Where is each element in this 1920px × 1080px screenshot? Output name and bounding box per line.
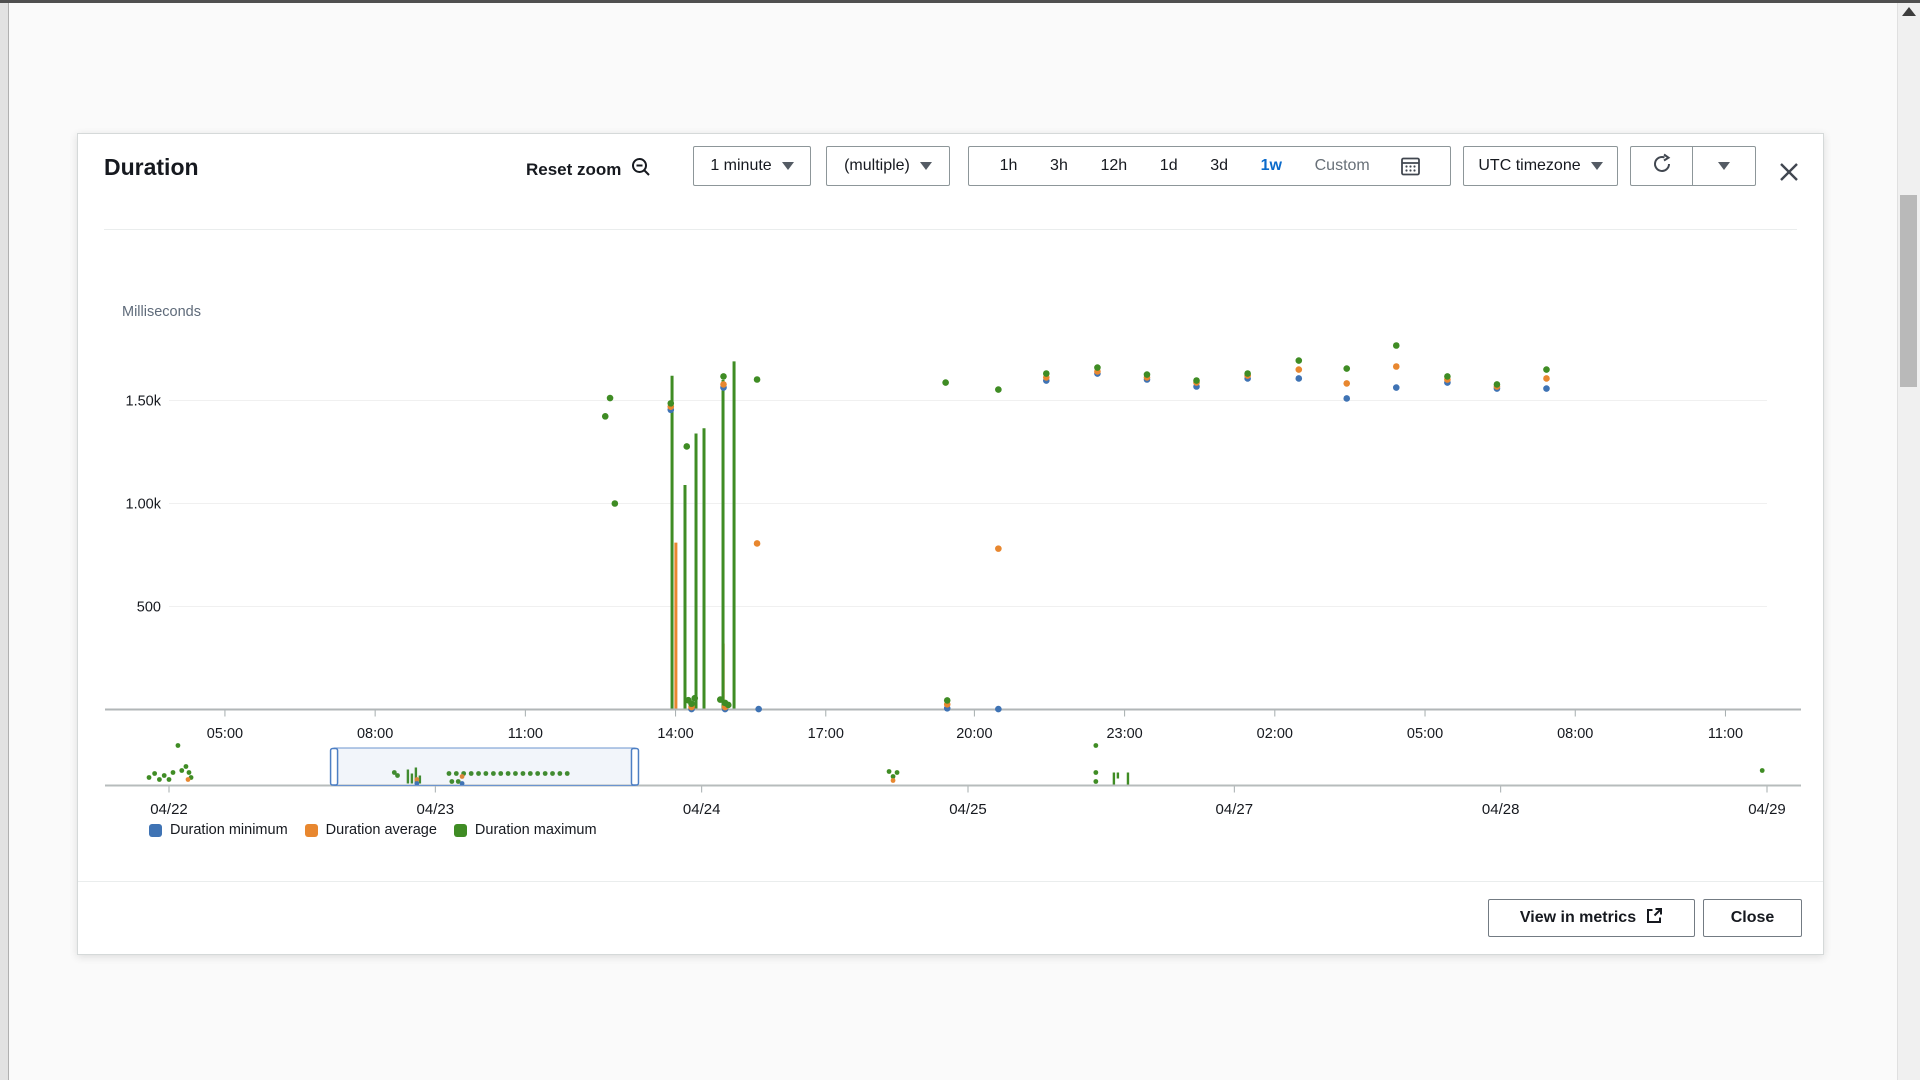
- y-tick-label: 1.50k: [126, 394, 162, 410]
- series-duration-maximum: [672, 361, 734, 708]
- x-tick-label: 14:00: [657, 726, 693, 742]
- duration-chart-svg[interactable]: 500 1.00k 1.50k Milliseconds 05:00 08:00 11:00…: [78, 234, 1823, 894]
- close-icon[interactable]: [1775, 158, 1803, 186]
- chevron-down-icon: [920, 162, 932, 170]
- navigator-handle-left[interactable]: [331, 749, 338, 786]
- window-left-edge: [0, 3, 9, 1080]
- legend-duration-average[interactable]: Duration average: [305, 822, 437, 838]
- y-tick-label: 1.00k: [126, 497, 162, 513]
- range-1d[interactable]: 1d: [1158, 157, 1180, 175]
- range-custom[interactable]: Custom: [1313, 157, 1372, 175]
- external-link-icon: [1646, 907, 1663, 929]
- range-1h[interactable]: 1h: [998, 157, 1020, 175]
- x-tick-label: 05:00: [207, 726, 243, 742]
- range-3d[interactable]: 3d: [1208, 157, 1230, 175]
- x-tick-label: 11:00: [508, 726, 543, 742]
- view-in-metrics-button[interactable]: View in metrics: [1488, 899, 1695, 937]
- x-tick-label: 23:00: [1106, 726, 1142, 742]
- y-axis-title: Milliseconds: [122, 304, 201, 320]
- navigator-selection[interactable]: [334, 748, 635, 786]
- chevron-down-icon: [782, 162, 794, 170]
- points-duration-minimum: [667, 370, 1549, 712]
- x-tick-label: 17:00: [808, 726, 844, 742]
- x-tick-label: 08:00: [1557, 726, 1593, 742]
- legend-label: Duration average: [326, 822, 437, 838]
- navigator-date-label: 04/27: [1216, 801, 1254, 818]
- range-12h[interactable]: 12h: [1098, 157, 1129, 175]
- refresh-options-button[interactable]: [1692, 146, 1756, 186]
- x-tick-label: 02:00: [1257, 726, 1293, 742]
- series-duration-average: [676, 543, 723, 709]
- page-title: Duration: [104, 154, 199, 181]
- navigator-date-label: 04/29: [1748, 801, 1786, 818]
- chevron-down-icon: [1718, 162, 1730, 170]
- statistic-dropdown[interactable]: (multiple): [826, 146, 950, 186]
- statistic-dropdown-value: (multiple): [844, 157, 910, 175]
- duration-metric-modal: Duration Reset zoom 1 minute (multiple) …: [77, 133, 1824, 955]
- legend-label: Duration minimum: [170, 822, 288, 838]
- x-tick-label: 08:00: [357, 726, 393, 742]
- close-button[interactable]: Close: [1703, 899, 1802, 937]
- legend-swatch-maximum: [454, 824, 467, 837]
- legend-swatch-minimum: [149, 824, 162, 837]
- footer-divider: [78, 881, 1823, 882]
- scrollbar-thumb[interactable]: [1900, 195, 1917, 387]
- legend-duration-maximum[interactable]: Duration maximum: [454, 822, 597, 838]
- zoom-out-icon: [630, 156, 652, 183]
- range-3h[interactable]: 3h: [1048, 157, 1070, 175]
- navigator-date-label: 04/22: [150, 801, 188, 818]
- chart-area[interactable]: 500 1.00k 1.50k Milliseconds 05:00 08:00 11:00…: [78, 234, 1823, 894]
- legend-label: Duration maximum: [475, 822, 597, 838]
- time-range-group: 1h 3h 12h 1d 3d 1w Custom: [968, 146, 1451, 186]
- scroll-up-arrow-icon[interactable]: [1902, 7, 1916, 16]
- refresh-button[interactable]: [1630, 146, 1693, 186]
- points-duration-maximum: [602, 342, 1550, 708]
- refresh-icon: [1651, 153, 1673, 180]
- legend-duration-minimum[interactable]: Duration minimum: [149, 822, 288, 838]
- view-in-metrics-label: View in metrics: [1520, 909, 1636, 927]
- reset-zoom-button[interactable]: Reset zoom: [526, 156, 652, 183]
- navigator-date-label: 04/28: [1482, 801, 1520, 818]
- close-button-label: Close: [1731, 909, 1775, 927]
- navigator-date-label: 04/24: [683, 801, 721, 818]
- reset-zoom-label: Reset zoom: [526, 160, 621, 180]
- chart-legend: Duration minimum Duration average Durati…: [149, 822, 597, 838]
- page-scrollbar[interactable]: [1897, 3, 1920, 1080]
- y-tick-label: 500: [137, 600, 161, 616]
- timezone-dropdown[interactable]: UTC timezone: [1463, 146, 1618, 186]
- navigator-date-label: 04/25: [949, 801, 987, 818]
- legend-swatch-average: [305, 824, 318, 837]
- period-dropdown[interactable]: 1 minute: [693, 146, 811, 186]
- period-dropdown-value: 1 minute: [710, 157, 771, 175]
- timezone-dropdown-value: UTC timezone: [1478, 157, 1580, 175]
- x-tick-label: 05:00: [1407, 726, 1443, 742]
- window-top-edge: [0, 0, 1920, 3]
- points-duration-average: [667, 363, 1549, 710]
- x-tick-label: 11:00: [1708, 726, 1743, 742]
- chevron-down-icon: [1591, 162, 1603, 170]
- x-tick-label: 20:00: [956, 726, 992, 742]
- navigator-date-label: 04/23: [417, 801, 455, 818]
- calendar-icon[interactable]: [1400, 156, 1421, 177]
- range-1w[interactable]: 1w: [1259, 157, 1284, 175]
- header-divider: [104, 229, 1797, 230]
- navigator-handle-right[interactable]: [631, 749, 638, 786]
